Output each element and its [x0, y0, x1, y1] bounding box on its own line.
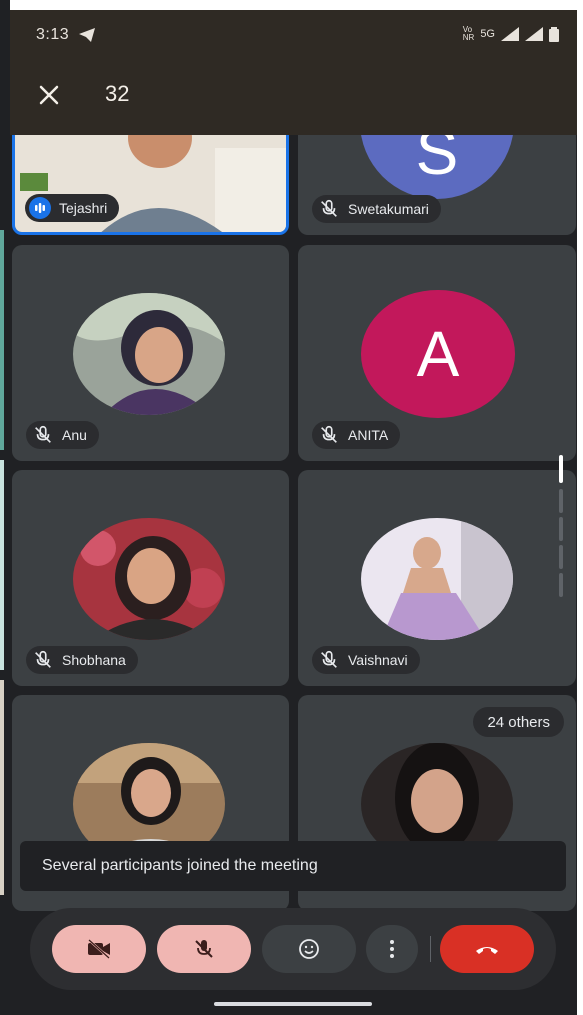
- close-icon[interactable]: [34, 80, 64, 110]
- mic-off-icon: [321, 199, 337, 217]
- call-controls-bar: [30, 908, 556, 990]
- participant-name: Tejashri: [59, 200, 108, 216]
- avatar: [73, 518, 225, 640]
- meet-screen: 3:13 Vo NR 5G 32 Tejashri S Swetakumari …: [10, 10, 577, 1015]
- more-options-button[interactable]: [366, 925, 418, 973]
- participant-name: Vaishnavi: [348, 652, 408, 668]
- scrollbar-thumb[interactable]: [559, 455, 563, 483]
- mic-off-icon: [35, 425, 51, 443]
- participant-grid[interactable]: Tejashri S Swetakumari Anu A ANITA Shobh…: [10, 135, 577, 925]
- signal-icon-2: [525, 27, 543, 41]
- adjacent-window-edge: [0, 0, 10, 1015]
- reactions-button[interactable]: [262, 925, 356, 973]
- avatar: A: [361, 290, 515, 418]
- avatar: [361, 518, 513, 640]
- signal-icon: [501, 27, 519, 41]
- battery-icon: [549, 26, 559, 42]
- end-call-icon: [476, 947, 498, 954]
- name-chip: Anu: [26, 421, 99, 449]
- participant-tile[interactable]: A ANITA: [298, 245, 576, 461]
- scrollbar-segment: [559, 489, 563, 513]
- gesture-home-bar[interactable]: [214, 1002, 372, 1006]
- camera-toggle-button[interactable]: [52, 925, 146, 973]
- mic-off-icon: [195, 940, 213, 958]
- status-time: 3:13: [36, 26, 70, 43]
- name-chip: ANITA: [312, 421, 401, 449]
- mic-toggle-button[interactable]: [157, 925, 251, 973]
- participant-name: Shobhana: [62, 652, 126, 668]
- participant-tile[interactable]: Shobhana: [12, 470, 289, 686]
- camera-off-icon: [88, 939, 110, 959]
- name-chip: Tejashri: [25, 194, 120, 222]
- status-bar: 3:13 Vo NR 5G: [10, 10, 577, 62]
- mic-off-icon: [321, 650, 337, 668]
- avatar: [73, 293, 225, 415]
- end-call-button[interactable]: [440, 925, 534, 973]
- avatar: S: [360, 135, 514, 199]
- participant-tile[interactable]: Anu: [12, 245, 289, 461]
- participant-tile[interactable]: Tejashri: [12, 135, 289, 235]
- others-count-chip: 24 others: [473, 707, 564, 737]
- controls-divider: [430, 936, 431, 962]
- name-chip: Swetakumari: [312, 195, 441, 223]
- status-icons: Vo NR 5G: [463, 26, 559, 42]
- participant-name: ANITA: [348, 427, 389, 443]
- volte-icon: Vo NR: [462, 25, 475, 42]
- speaking-indicator-icon: [29, 197, 51, 219]
- participant-name: Swetakumari: [348, 201, 429, 217]
- name-chip: Vaishnavi: [312, 646, 420, 674]
- emoji-icon: [299, 939, 319, 959]
- network-label: 5G: [480, 28, 495, 40]
- grid-scrollbar[interactable]: [559, 455, 563, 605]
- participant-name: Anu: [62, 427, 87, 443]
- participant-tile[interactable]: Vaishnavi: [298, 470, 576, 686]
- mic-off-icon: [321, 425, 337, 443]
- scrollbar-segment: [559, 545, 563, 569]
- name-chip: Shobhana: [26, 646, 138, 674]
- telegram-icon: [78, 28, 96, 47]
- call-header: 32: [10, 62, 577, 135]
- avatar-letter: A: [416, 318, 460, 390]
- avatar-letter: S: [415, 135, 459, 188]
- participant-tile[interactable]: S Swetakumari: [298, 135, 576, 235]
- toast-notification: Several participants joined the meeting: [20, 841, 566, 891]
- scrollbar-segment: [559, 573, 563, 597]
- mic-off-icon: [35, 650, 51, 668]
- more-vert-icon: [390, 940, 394, 958]
- scrollbar-segment: [559, 517, 563, 541]
- participant-count: 32: [105, 81, 130, 106]
